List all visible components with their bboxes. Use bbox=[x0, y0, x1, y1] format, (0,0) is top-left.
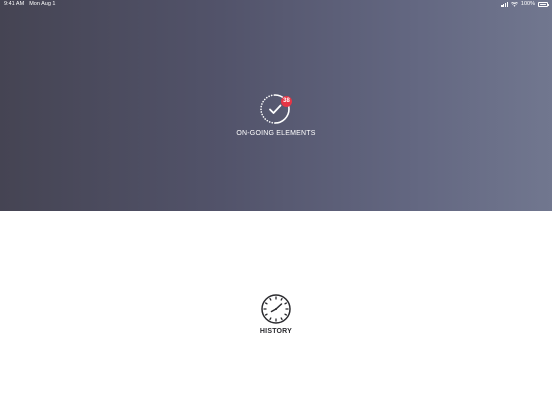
history-label: HISTORY bbox=[259, 328, 293, 335]
clock-icon bbox=[261, 294, 291, 324]
battery-percentage: 100% bbox=[520, 1, 535, 7]
status-date: Mon Aug 1 bbox=[29, 1, 56, 7]
cellular-signal-icon bbox=[501, 2, 508, 7]
status-time: 9:41 AM bbox=[4, 1, 25, 7]
history-panel[interactable]: HISTORY bbox=[0, 211, 552, 414]
app-screen: 38 ON-GOING ELEMENTS HISTORY 9:41 AM Mon… bbox=[0, 0, 552, 414]
ongoing-count-badge: 38 bbox=[281, 96, 292, 107]
ongoing-elements-panel[interactable]: 38 ON-GOING ELEMENTS bbox=[0, 0, 552, 211]
battery-icon bbox=[538, 2, 549, 7]
wifi-icon bbox=[510, 2, 518, 7]
status-bar: 9:41 AM Mon Aug 1 100% bbox=[0, 0, 552, 9]
ongoing-elements-label: ON-GOING ELEMENTS bbox=[236, 130, 316, 137]
